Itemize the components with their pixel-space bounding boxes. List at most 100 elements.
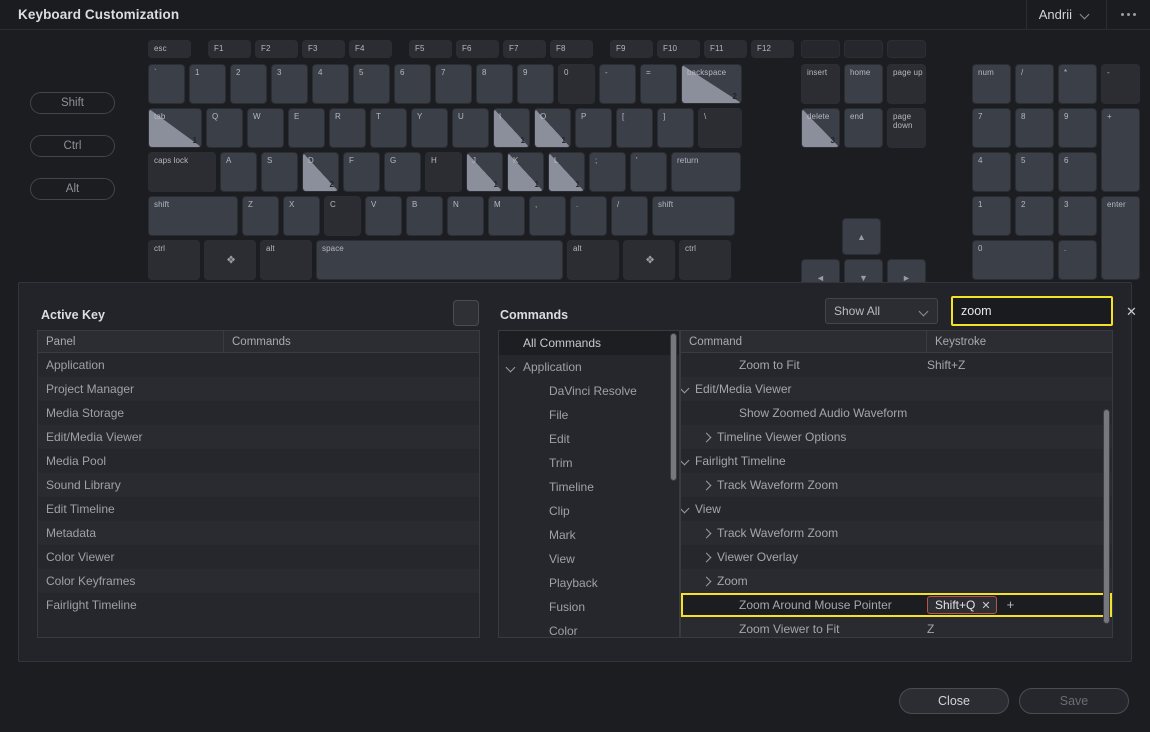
column-header-command[interactable]: Command [681,331,927,352]
keystroke-chip[interactable]: Shift+Q ✕ [927,596,997,614]
table-row[interactable]: Fairlight Timeline [38,593,479,617]
key-shift-left[interactable]: shift [148,196,238,236]
key-9[interactable]: 9 [517,64,554,104]
tree-item-mark[interactable]: Mark [499,523,679,547]
key-.[interactable]: . [570,196,607,236]
key-tab[interactable]: tab 1 [148,108,202,148]
key-z[interactable]: Z [242,196,279,236]
command-row[interactable]: Show Zoomed Audio Waveform [681,401,1112,425]
key-f11[interactable]: F11 [704,40,747,58]
key-return[interactable]: return [671,152,741,192]
plus-icon[interactable]: + [1007,597,1015,612]
key-numpad-1[interactable]: 1 [972,196,1011,236]
command-row[interactable]: Track Waveform Zoom [681,521,1112,545]
key-numpad-5[interactable]: 5 [1015,152,1054,192]
key-m[interactable]: M [488,196,525,236]
key-g[interactable]: G [384,152,421,192]
key-6[interactable]: 6 [394,64,431,104]
chevron-right-icon[interactable] [702,481,711,490]
key-f3[interactable]: F3 [302,40,345,58]
show-all-dropdown[interactable]: Show All [825,298,938,324]
key-numpad-8[interactable]: 8 [1015,108,1054,148]
key-0[interactable]: 0 [558,64,595,104]
key-page-down[interactable]: page down [887,108,926,148]
key-7[interactable]: 7 [435,64,472,104]
table-row[interactable]: Media Storage [38,401,479,425]
tree-item-view[interactable]: View [499,547,679,571]
key-h[interactable]: H [425,152,462,192]
key-'[interactable]: ' [630,152,667,192]
column-header-commands[interactable]: Commands [224,331,479,352]
key-r[interactable]: R [329,108,366,148]
table-row[interactable]: Color Viewer [38,545,479,569]
table-row[interactable]: Project Manager [38,377,479,401]
key-3[interactable]: 3 [271,64,308,104]
key-num-lock[interactable]: num [972,64,1011,104]
modifier-button-ctrl[interactable]: Ctrl [30,135,115,157]
key-][interactable]: ] [657,108,694,148]
key-2[interactable]: 2 [230,64,267,104]
close-icon[interactable]: ✕ [1122,305,1137,318]
key-backslash[interactable]: \ [698,108,742,148]
tree-item-all-commands[interactable]: All Commands [499,331,679,355]
key-s[interactable]: S [261,152,298,192]
tree-item-playback[interactable]: Playback [499,571,679,595]
command-row[interactable]: Track Waveform Zoom [681,473,1112,497]
command-row[interactable]: Zoom Viewer to Fit Z [681,617,1112,637]
key-c[interactable]: C [324,196,361,236]
key-k[interactable]: K1 [507,152,544,192]
tree-toggle[interactable] [499,363,523,372]
key-t[interactable]: T [370,108,407,148]
key-x[interactable]: X [283,196,320,236]
chevron-right-icon[interactable] [702,553,711,562]
table-row[interactable]: Edit/Media Viewer [38,425,479,449]
keystroke-cell[interactable]: Shift+Q ✕ + [927,596,1014,614]
table-row[interactable]: Edit Timeline [38,497,479,521]
user-menu[interactable]: Andrii [1025,0,1106,30]
key-,[interactable]: , [529,196,566,236]
key-insert[interactable]: insert [801,64,840,104]
key-v[interactable]: V [365,196,402,236]
key-numpad-enter[interactable]: enter [1101,196,1140,280]
key-f9[interactable]: F9 [610,40,653,58]
tree-item-trim[interactable]: Trim [499,451,679,475]
key-=[interactable]: = [640,64,677,104]
key-cmd-left[interactable]: ❖ [204,240,256,280]
keystroke-cell[interactable]: Shift+Z [927,358,965,372]
key-alt-left[interactable]: alt [260,240,312,280]
key-f7[interactable]: F7 [503,40,546,58]
key-e[interactable]: E [288,108,325,148]
key-1[interactable]: 1 [189,64,226,104]
key-f4[interactable]: F4 [349,40,392,58]
command-row[interactable]: Edit/Media Viewer [681,377,1112,401]
key-[[interactable]: [ [616,108,653,148]
key-ctrl-right[interactable]: ctrl [679,240,731,280]
table-row[interactable]: Media Pool [38,449,479,473]
key-numpad-6[interactable]: 6 [1058,152,1097,192]
commands-scrollbar[interactable] [1103,409,1110,624]
key-d[interactable]: D2 [302,152,339,192]
chevron-right-icon[interactable] [702,577,711,586]
chevron-down-icon[interactable] [681,505,689,514]
key-p[interactable]: P [575,108,612,148]
command-row[interactable]: Zoom to Fit Shift+Z [681,353,1112,377]
column-header-keystroke[interactable]: Keystroke [927,331,1112,352]
tree-item-application[interactable]: Application [499,355,679,379]
more-options-button[interactable] [1106,0,1150,30]
key-numpad-4[interactable]: 4 [972,152,1011,192]
key-f5[interactable]: F5 [409,40,452,58]
key-f6[interactable]: F6 [456,40,499,58]
tree-item-color[interactable]: Color [499,619,679,637]
key-numpad-divide[interactable]: / [1015,64,1054,104]
chevron-down-icon[interactable] [681,457,689,466]
chevron-down-icon[interactable] [681,385,689,394]
key-f[interactable]: F [343,152,380,192]
key-numpad-9[interactable]: 9 [1058,108,1097,148]
tree-scrollbar[interactable] [670,333,677,481]
key-esc[interactable]: esc [148,40,191,58]
key-u[interactable]: U [452,108,489,148]
table-row[interactable]: Sound Library [38,473,479,497]
tree-item-timeline[interactable]: Timeline [499,475,679,499]
key-end[interactable]: end [844,108,883,148]
key-arrow-up[interactable]: ▲ [842,218,881,255]
